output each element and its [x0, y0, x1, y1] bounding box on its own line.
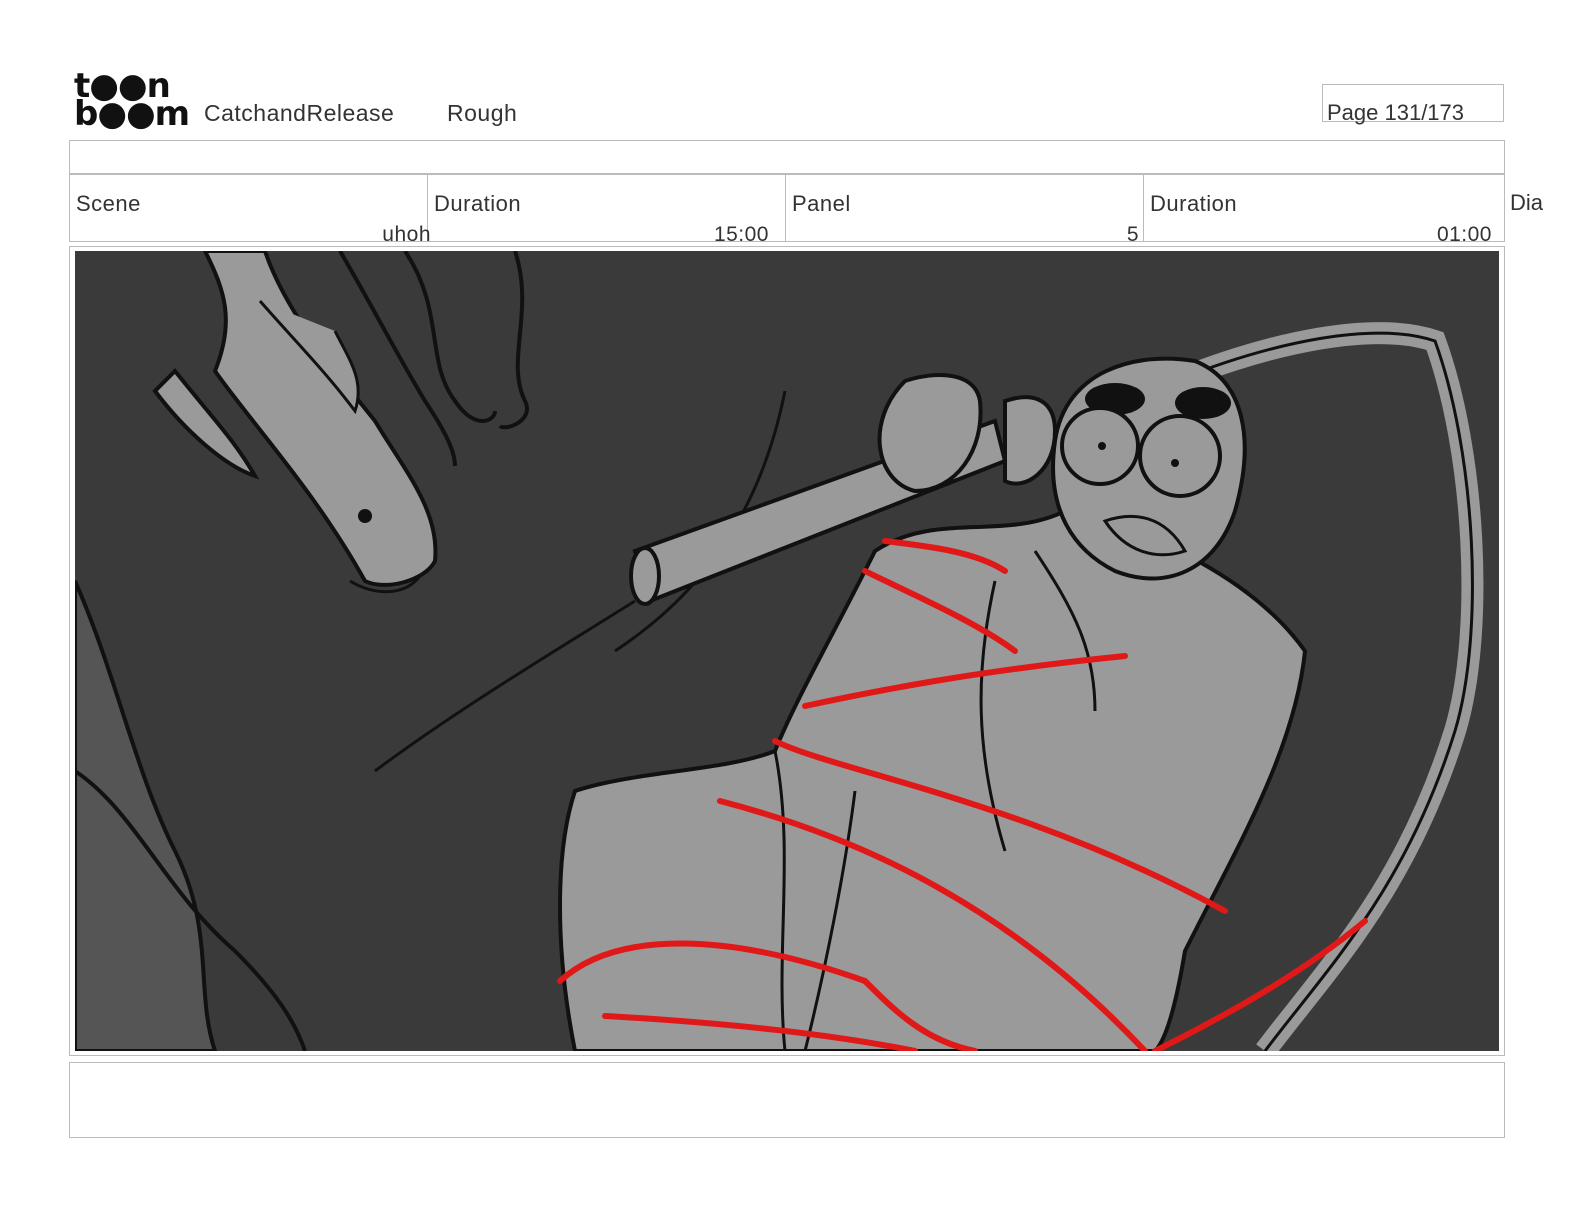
logo-line-2: b●●m	[74, 94, 190, 134]
panel-label: Panel	[792, 191, 851, 216]
title-strip	[69, 140, 1505, 174]
panel-cell: Panel 5	[786, 175, 1144, 246]
storyboard-sketch	[75, 251, 1484, 1051]
scene-label: Scene	[76, 191, 141, 216]
seaweed-strand-2	[403, 251, 497, 423]
toonboom-logo: t●●n b●●m	[74, 69, 190, 134]
storyboard-panel-image	[75, 251, 1499, 1051]
panel-duration-label: Duration	[1150, 191, 1238, 216]
left-rock-shape	[75, 580, 218, 1051]
scene-duration-value: 15:00	[713, 223, 769, 246]
scene-duration-label: Duration	[434, 191, 522, 216]
project-name: CatchandRelease	[204, 100, 395, 126]
panel-duration-cell: Duration 01:00	[1144, 175, 1504, 246]
notes-box	[69, 1062, 1505, 1138]
fish-illustration	[152, 251, 438, 594]
man-illustration	[558, 356, 1308, 1051]
scene-duration-cell: Duration 15:00	[428, 175, 786, 246]
scene-value: uhoh	[382, 223, 431, 246]
fishing-line	[374, 599, 636, 773]
seaweed-strand-3	[498, 251, 529, 430]
info-row: Scene uhoh Duration 15:00 Panel 5 Durati…	[69, 174, 1505, 246]
dialog-label: Dia	[1510, 190, 1544, 215]
panel-value: 5	[1126, 223, 1139, 246]
stage-name: Rough	[447, 100, 518, 126]
scene-cell: Scene uhoh	[70, 175, 431, 246]
page-number: Page 131/173	[1327, 100, 1465, 125]
panel-duration-value: 01:00	[1436, 223, 1492, 246]
